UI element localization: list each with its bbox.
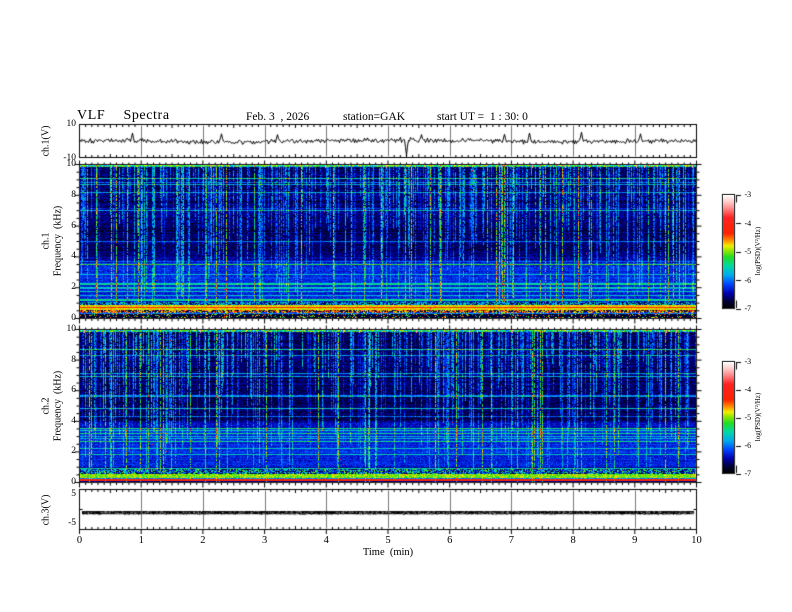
x-tick-label: 4 — [323, 535, 329, 546]
colorbar2-tick-label: -3 — [744, 357, 752, 366]
ch1-waveform-canvas — [80, 125, 696, 157]
colorbar2-tick-label: -6 — [744, 441, 752, 450]
ch1-freq-tick-label: 4 — [71, 251, 76, 262]
ch1-voltage-axis-label: ch.1(V) — [40, 125, 52, 157]
start-ut-label: start UT = 1 : 30: 0 — [437, 111, 528, 123]
x-tick-label: 2 — [200, 535, 206, 546]
colorbar2-tick-label: -4 — [744, 385, 752, 394]
ch2-axis-line2: Frequency (kHz) — [52, 370, 63, 442]
ch1-spectrogram-canvas — [80, 165, 696, 318]
colorbar2-tick-label: -5 — [744, 413, 752, 422]
ch1-axis-line1: ch.1 — [40, 232, 52, 250]
colorbar1-label: log(PSD)(V²/Hz) — [754, 226, 762, 276]
x-tick-label: 0 — [76, 535, 83, 546]
ch2-freq-tick-label: 8 — [71, 354, 76, 365]
vlf-spectra-figure: VLF Spectra Feb. 3 , 2026 station=GAK st… — [0, 0, 792, 612]
x-tick-label: 9 — [632, 535, 638, 546]
ch2-spectrogram-canvas — [80, 330, 696, 482]
colorbar1-tick-label: -7 — [744, 304, 752, 313]
x-tick-label: 8 — [570, 535, 576, 546]
station-label: station=GAK — [343, 111, 406, 123]
colorbar-ch1-canvas — [723, 195, 734, 308]
ch1-freq-tick-label: 6 — [71, 220, 76, 231]
figure-title: VLF Spectra — [77, 108, 170, 123]
x-tick-label: 5 — [385, 535, 391, 546]
ch3-voltage-axis-label: ch.3(V) — [40, 494, 52, 526]
ch3-waveform-canvas — [80, 490, 696, 529]
x-tick-label: 3 — [261, 535, 268, 546]
x-tick-label: 1 — [138, 535, 144, 546]
colorbar1-tick-label: -4 — [744, 218, 752, 228]
colorbar2-label: log(PSD)(V²/Hz) — [754, 392, 762, 442]
ch1-axis-line2: Frequency (kHz) — [52, 205, 63, 277]
ch2-freq-tick-label: 6 — [71, 385, 76, 396]
ch1-ymax-tick: 10 — [66, 119, 77, 129]
x-tick-label: 6 — [447, 535, 453, 546]
x-tick-label: 7 — [508, 535, 515, 546]
ch1-frequency-axis-label: ch.1 Frequency (kHz) — [41, 206, 64, 277]
ch3-ymax-tick: 5 — [71, 489, 76, 499]
ch1-freq-tick-label: 0 — [71, 313, 76, 323]
ch3-ymin-tick: -5 — [68, 518, 76, 528]
ch1-freq-tick-label: 10 — [66, 159, 77, 169]
colorbar1-tick-label: -3 — [744, 190, 752, 199]
ch1-freq-tick-label: 8 — [71, 189, 76, 200]
colorbar-ch2-canvas — [723, 362, 734, 473]
ch2-freq-tick-label: 10 — [66, 324, 77, 334]
colorbar1-tick-label: -5 — [744, 247, 752, 256]
date-label: Feb. 3 , 2026 — [246, 111, 310, 123]
ch2-frequency-axis-label: ch.2 Frequency (kHz) — [41, 371, 64, 442]
time-axis-label: Time (min) — [362, 547, 414, 558]
x-tick-label: 10 — [691, 535, 702, 546]
ch1-freq-tick-label: 2 — [71, 282, 76, 293]
ch2-freq-tick-label: 0 — [71, 477, 76, 487]
colorbar2-tick-label: -7 — [744, 469, 752, 478]
ch2-freq-tick-label: 2 — [71, 446, 76, 457]
ch2-axis-line1: ch.2 — [40, 397, 52, 415]
ch2-freq-tick-label: 4 — [71, 415, 76, 426]
colorbar1-tick-label: -6 — [744, 275, 752, 285]
